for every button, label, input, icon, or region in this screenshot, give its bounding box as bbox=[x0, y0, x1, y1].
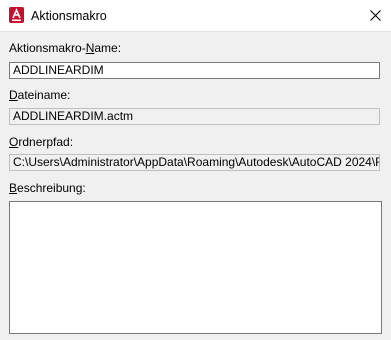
description-label-suffix: eschreibung: bbox=[17, 181, 86, 195]
file-name-label-mnemonic: D bbox=[9, 88, 18, 102]
macro-name-label-prefix: Aktionsmakro- bbox=[9, 41, 86, 55]
close-icon bbox=[370, 10, 381, 21]
folder-path-label: Ordnerpfad: bbox=[9, 135, 73, 149]
description-label: Beschreibung: bbox=[9, 181, 86, 195]
folder-path-field[interactable]: C:\Users\Administrator\AppData\Roaming\A… bbox=[9, 154, 380, 171]
file-name-field: ADDLINEARDIM.actm bbox=[9, 108, 380, 125]
macro-name-label-suffix: ame: bbox=[94, 41, 122, 55]
folder-path-label-suffix: rdnerpfad: bbox=[18, 135, 74, 149]
description-label-mnemonic: B bbox=[9, 181, 18, 195]
macro-name-label: Aktionsmakro-Name: bbox=[9, 41, 121, 55]
folder-path-label-mnemonic: O bbox=[9, 135, 19, 149]
close-button[interactable] bbox=[360, 0, 391, 31]
file-name-label: Dateiname: bbox=[9, 88, 70, 102]
window-title: Aktionsmakro bbox=[31, 9, 107, 23]
file-name-label-suffix: ateiname: bbox=[17, 88, 71, 102]
autocad-app-icon bbox=[9, 7, 24, 23]
macro-name-input[interactable]: ADDLINEARDIM bbox=[9, 62, 380, 79]
description-textarea[interactable] bbox=[9, 201, 382, 334]
title-bar: Aktionsmakro bbox=[0, 0, 391, 32]
